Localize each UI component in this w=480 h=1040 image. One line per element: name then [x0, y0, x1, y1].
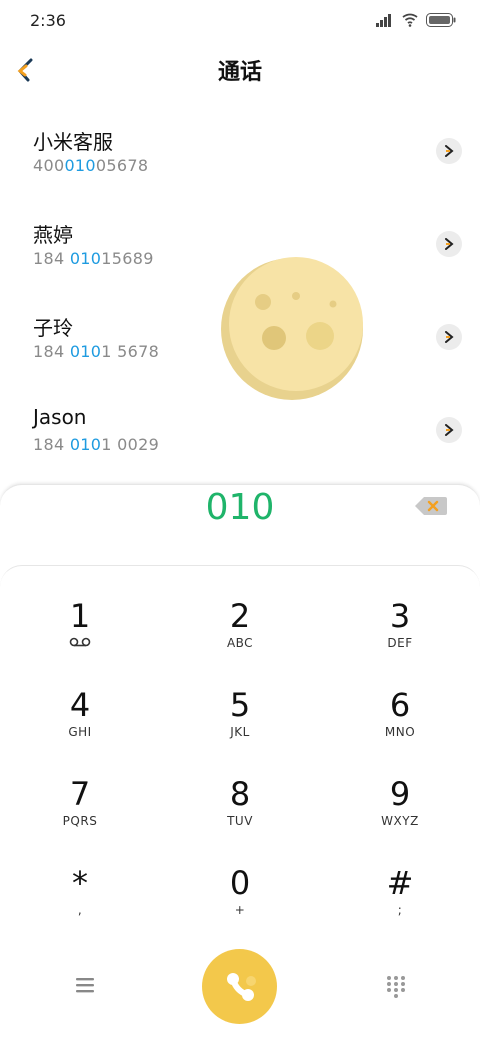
key-digit: 2: [229, 597, 251, 635]
phone-icon: [226, 972, 256, 1001]
key-star[interactable]: * ,: [20, 851, 140, 931]
key-letters: WXYZ: [381, 814, 419, 828]
contact-details-button[interactable]: [436, 231, 462, 257]
key-digit: 1: [69, 597, 91, 635]
signal-icon: [376, 12, 394, 31]
key-digit: #: [386, 864, 414, 902]
menu-button[interactable]: [73, 973, 97, 997]
contact-name: 小米客服: [33, 130, 113, 154]
arrow-right-icon: [445, 238, 454, 250]
contact-number: 184 0101 0029: [33, 435, 160, 454]
key-8[interactable]: 8 TUV: [180, 762, 300, 842]
wifi-icon: [402, 12, 418, 31]
arrow-right-icon: [445, 145, 454, 157]
key-letters: PQRS: [62, 814, 98, 828]
key-9[interactable]: 9 WXYZ: [340, 762, 460, 842]
voicemail-icon: [20, 636, 140, 650]
dialed-number-display[interactable]: 010: [0, 485, 480, 531]
page-title: 通话: [217, 60, 262, 85]
contact-name: 燕婷: [33, 223, 73, 247]
key-letters: GHI: [68, 725, 92, 739]
key-3[interactable]: 3 DEF: [340, 584, 460, 664]
phone-screen: 2:36 通话 小米客服 40001005678 燕婷 184 01015689…: [0, 0, 480, 1040]
menu-icon: [76, 978, 94, 993]
key-digit: 3: [389, 597, 411, 635]
backspace-icon: [415, 497, 447, 515]
contact-item[interactable]: Jason 184 0101 0029: [0, 395, 480, 488]
key-2[interactable]: 2 ABC: [180, 584, 300, 664]
key-7[interactable]: 7 PQRS: [20, 762, 140, 842]
keypad: 1 2 ABC 3 DEF 4 GHI 5 JKL 6 MNO 7 PQRS 8…: [0, 565, 480, 945]
key-letters: +: [234, 903, 246, 917]
key-digit: 5: [229, 686, 251, 724]
key-letters: MNO: [384, 725, 416, 739]
dialpad-toggle-button[interactable]: [384, 974, 408, 998]
key-0[interactable]: 0 +: [180, 851, 300, 931]
key-digit: 4: [69, 686, 91, 724]
battery-icon: [426, 12, 456, 31]
dial-panel: 010 1 2 ABC 3 DEF 4 GHI 5 JKL 6 MNO 7 PQ…: [0, 484, 480, 1040]
key-letters: ABC: [226, 636, 254, 650]
contact-details-button[interactable]: [436, 324, 462, 350]
key-6[interactable]: 6 MNO: [340, 673, 460, 753]
key-digit: 7: [69, 775, 91, 813]
contact-number: 184 01015689: [33, 249, 154, 268]
arrow-right-icon: [445, 424, 454, 436]
key-digit: 8: [229, 775, 251, 813]
header: 通话: [0, 40, 480, 100]
contact-name: 子玲: [33, 316, 73, 340]
dialpad-icon: [387, 976, 405, 998]
key-letters: TUV: [227, 814, 253, 828]
backspace-button[interactable]: [414, 495, 448, 517]
contact-number: 40001005678: [33, 156, 149, 175]
arrow-right-icon: [445, 331, 454, 343]
status-time: 2:36: [30, 11, 66, 30]
key-letters: DEF: [387, 636, 413, 650]
status-icons: [376, 12, 456, 31]
contact-details-button[interactable]: [436, 138, 462, 164]
status-bar: 2:36: [0, 0, 480, 40]
contact-item[interactable]: 小米客服 40001005678: [0, 116, 480, 209]
key-letters: ,: [77, 903, 83, 917]
key-4[interactable]: 4 GHI: [20, 673, 140, 753]
key-5[interactable]: 5 JKL: [180, 673, 300, 753]
key-letters: JKL: [230, 725, 250, 739]
moon-icon: [221, 257, 363, 400]
key-1[interactable]: 1: [20, 584, 140, 664]
contact-number: 184 0101 5678: [33, 342, 160, 361]
key-digit: 0: [229, 864, 251, 902]
key-letters: ;: [397, 903, 403, 917]
key-digit: 9: [389, 775, 411, 813]
contact-name: Jason: [33, 405, 87, 429]
key-digit: 6: [389, 686, 411, 724]
key-hash[interactable]: # ;: [340, 851, 460, 931]
contact-details-button[interactable]: [436, 417, 462, 443]
key-digit: *: [72, 864, 88, 902]
call-button[interactable]: [202, 949, 277, 1024]
